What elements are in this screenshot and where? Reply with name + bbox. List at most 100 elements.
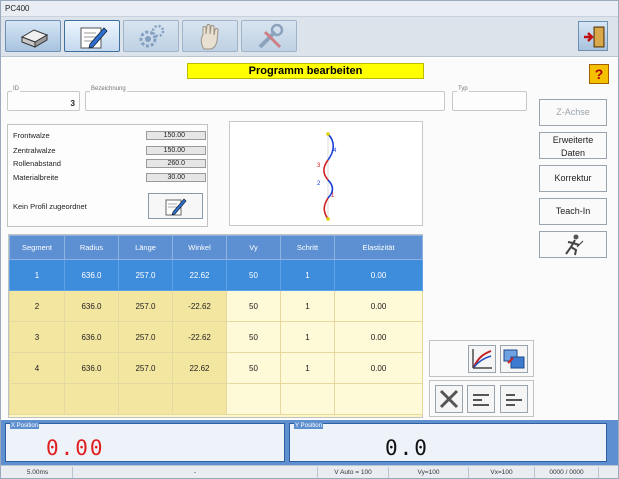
col-header-schritt[interactable]: Schritt bbox=[280, 235, 335, 260]
col-header-laenge[interactable]: Länge bbox=[118, 235, 173, 260]
program-edit-panel: Programm bearbeiten ? ID 3 Bezeichnung T… bbox=[1, 58, 618, 419]
cell-segment[interactable]: 1 bbox=[9, 259, 65, 291]
cell-winkel[interactable]: -22.62 bbox=[172, 321, 227, 353]
profile-preview: 4 3 2 1 bbox=[229, 121, 423, 226]
cell-vy[interactable]: 50 bbox=[226, 352, 281, 384]
cell-schritt[interactable]: 1 bbox=[280, 352, 335, 384]
table-row[interactable]: 4 636.0 257.0 22.62 50 1 0.00 bbox=[9, 352, 423, 384]
z-achse-button[interactable]: Z-Achse bbox=[539, 99, 607, 126]
edit-profile-button[interactable] bbox=[148, 193, 203, 219]
frontwalze-value: 150.00 bbox=[146, 131, 206, 140]
append-row-icon bbox=[506, 394, 522, 406]
cell-schritt[interactable]: 1 bbox=[280, 321, 335, 353]
cell-radius[interactable]: 636.0 bbox=[64, 259, 119, 291]
erweiterte-daten-button[interactable]: Erweiterte Daten bbox=[539, 132, 607, 159]
copy-windows-icon bbox=[503, 349, 525, 369]
cell-vy[interactable]: 50 bbox=[226, 321, 281, 353]
table-row[interactable]: 2 636.0 257.0 -22.62 50 1 0.00 bbox=[9, 290, 423, 322]
insert-row-button[interactable] bbox=[467, 385, 495, 413]
page-title: Programm bearbeiten bbox=[187, 63, 424, 79]
cell-elastizitaet[interactable]: 0.00 bbox=[334, 321, 423, 353]
zentralwalze-label: Zentralwalze bbox=[13, 146, 56, 155]
x-position-value: 0.00 bbox=[46, 436, 105, 460]
curve-chart-icon bbox=[472, 349, 492, 369]
zentralwalze-value: 150.00 bbox=[146, 146, 206, 155]
status-v-auto: V Auto = 100 bbox=[318, 467, 389, 478]
running-man-icon bbox=[565, 234, 584, 256]
table-row-empty[interactable] bbox=[9, 383, 423, 415]
col-header-winkel[interactable]: Winkel bbox=[172, 235, 227, 260]
profile-box: Frontwalze 150.00 Zentralwalze 150.00 Ro… bbox=[7, 124, 208, 227]
typ-field[interactable]: Typ bbox=[452, 86, 527, 111]
korrektur-button[interactable]: Korrektur bbox=[539, 165, 607, 192]
cell-radius[interactable]: 636.0 bbox=[64, 352, 119, 384]
cell-vy[interactable]: 50 bbox=[226, 290, 281, 322]
preview-label-3: 3 bbox=[317, 163, 321, 169]
cell-elastizitaet[interactable]: 0.00 bbox=[334, 290, 423, 322]
y-position-display: Y Position 0.0 bbox=[289, 423, 607, 462]
cell-schritt[interactable]: 1 bbox=[280, 259, 335, 291]
cell-laenge[interactable]: 257.0 bbox=[118, 321, 173, 353]
cell-radius[interactable]: 636.0 bbox=[64, 321, 119, 353]
tools-toolbar-button[interactable] bbox=[241, 20, 297, 52]
typ-label: Typ bbox=[457, 86, 469, 92]
col-header-vy[interactable]: Vy bbox=[226, 235, 281, 260]
cell-elastizitaet[interactable]: 0.00 bbox=[334, 352, 423, 384]
preview-label-4: 4 bbox=[333, 148, 337, 154]
curve-view-button[interactable] bbox=[468, 345, 496, 373]
col-header-elastizitaet[interactable]: Elastizität bbox=[334, 235, 423, 260]
exit-button[interactable] bbox=[578, 21, 608, 51]
cell-radius[interactable]: 636.0 bbox=[64, 290, 119, 322]
id-field[interactable]: ID 3 bbox=[7, 86, 80, 111]
teach-in-button[interactable]: Teach-In bbox=[539, 198, 607, 225]
cell-segment[interactable]: 4 bbox=[9, 352, 65, 384]
cell-laenge[interactable]: 257.0 bbox=[118, 352, 173, 384]
cell-elastizitaet[interactable]: 0.00 bbox=[334, 259, 423, 291]
cell-laenge[interactable]: 257.0 bbox=[118, 290, 173, 322]
table-row[interactable]: 1 636.0 257.0 22.62 50 1 0.00 bbox=[9, 259, 423, 291]
position-bar: X Position 0.00 Y Position 0.0 bbox=[1, 420, 618, 465]
cell-segment[interactable]: 2 bbox=[9, 290, 65, 322]
edit-toolbar-button[interactable] bbox=[64, 20, 120, 52]
insert-row-icon bbox=[473, 394, 489, 406]
status-vx: Vx=100 bbox=[469, 467, 535, 478]
table-row[interactable]: 3 636.0 257.0 -22.62 50 1 0.00 bbox=[9, 321, 423, 353]
status-cycle-time: 5.00ms bbox=[3, 467, 73, 478]
cell-winkel[interactable]: 22.62 bbox=[172, 352, 227, 384]
cell-vy[interactable]: 50 bbox=[226, 259, 281, 291]
cell-winkel[interactable]: -22.62 bbox=[172, 290, 227, 322]
no-profile-text: Kein Profil zugeordnet bbox=[13, 202, 87, 211]
bezeichnung-field[interactable]: Bezeichnung bbox=[85, 86, 445, 111]
table-header-row: Segment Radius Länge Winkel Vy Schritt E… bbox=[9, 235, 423, 260]
frontwalze-label: Frontwalze bbox=[13, 131, 50, 140]
daten-label: Daten bbox=[560, 148, 586, 158]
gears-icon bbox=[139, 24, 165, 48]
status-message: - bbox=[73, 467, 318, 478]
settings-toolbar-button[interactable] bbox=[123, 20, 179, 52]
profile-curve-graphic: 4 3 2 1 bbox=[317, 132, 337, 221]
col-header-segment[interactable]: Segment bbox=[9, 235, 65, 260]
rollenabstand-label: Rollenabstand bbox=[13, 159, 61, 168]
materialbreite-label: Materialbreite bbox=[13, 173, 59, 182]
preview-label-1: 1 bbox=[331, 193, 335, 199]
append-row-button[interactable] bbox=[500, 385, 528, 413]
delete-row-button[interactable] bbox=[435, 385, 463, 413]
main-toolbar bbox=[1, 17, 618, 57]
col-header-radius[interactable]: Radius bbox=[64, 235, 119, 260]
app-window: PC400 Programm bearbeiten ? ID 3 Bezeich… bbox=[0, 0, 619, 479]
copy-segment-button[interactable] bbox=[500, 345, 528, 373]
cell-laenge[interactable]: 257.0 bbox=[118, 259, 173, 291]
cell-schritt[interactable]: 1 bbox=[280, 290, 335, 322]
status-bar: 5.00ms - V Auto = 100 Vy=100 Vx=100 0000… bbox=[1, 465, 618, 478]
help-button[interactable]: ? bbox=[589, 64, 609, 84]
edit-pencil-icon bbox=[80, 27, 108, 49]
preview-label-2: 2 bbox=[317, 181, 321, 187]
cell-winkel[interactable]: 22.62 bbox=[172, 259, 227, 291]
x-position-display: X Position 0.00 bbox=[5, 423, 285, 462]
cleaning-toolbar-button[interactable] bbox=[5, 20, 61, 52]
run-button[interactable] bbox=[539, 231, 607, 258]
id-label: ID bbox=[12, 86, 20, 92]
rollenabstand-value: 260.0 bbox=[146, 159, 206, 168]
manual-toolbar-button[interactable] bbox=[182, 20, 238, 52]
cell-segment[interactable]: 3 bbox=[9, 321, 65, 353]
